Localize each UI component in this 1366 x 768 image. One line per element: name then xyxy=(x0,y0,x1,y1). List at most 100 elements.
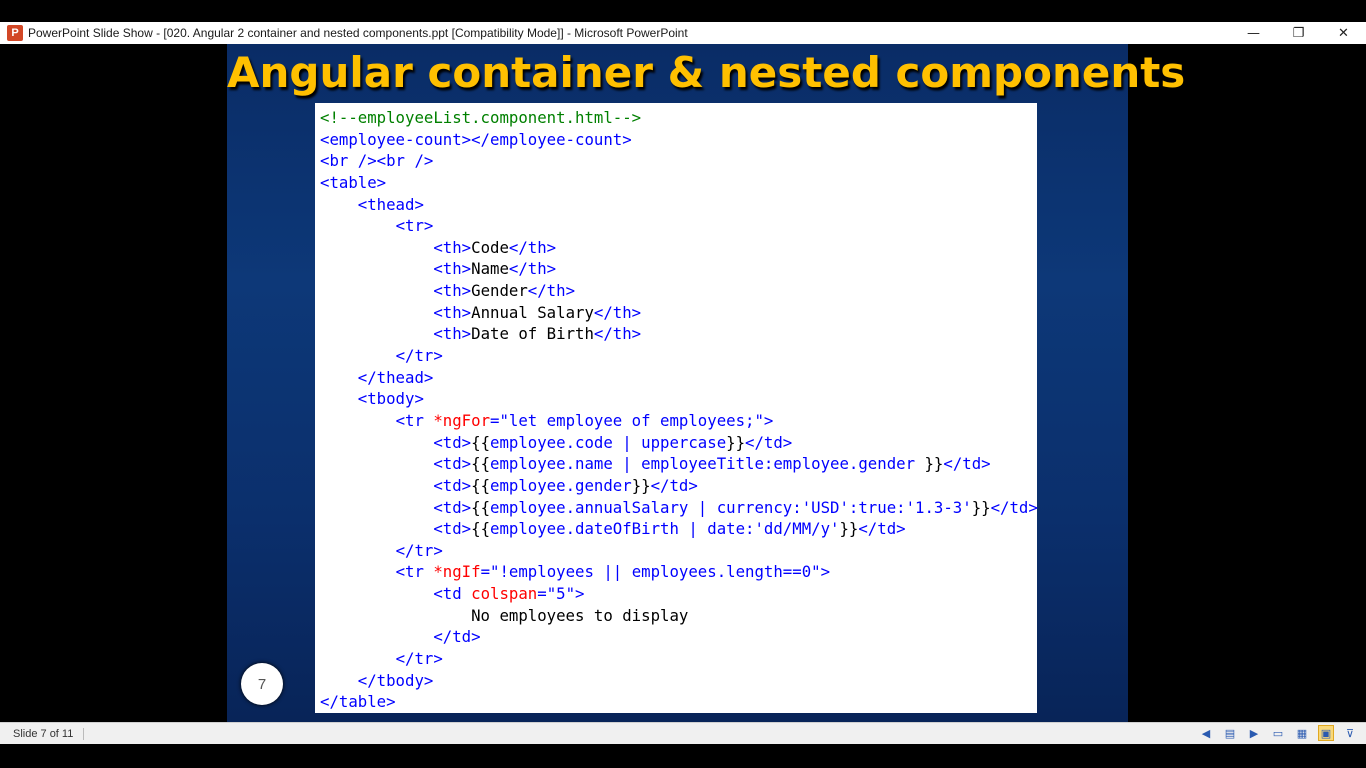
code-box: <!--employeeList.component.html--> <emplo… xyxy=(315,103,1038,713)
normal-view-icon[interactable]: ▭ xyxy=(1270,725,1286,741)
code-line: <employee-count></employee-count> xyxy=(320,129,1038,151)
code-line: <td>{{employee.dateOfBirth | date:'dd/MM… xyxy=(320,518,1038,540)
code-token: </tr> xyxy=(395,346,443,366)
code-token: }} xyxy=(971,497,991,517)
statusbar-icons: ◀ ▤ ▶ ▭ ▦ ▣ ⊽ xyxy=(1198,725,1358,741)
slide[interactable]: Angular container & nested components <!… xyxy=(227,44,1186,722)
code-token: employee.dateOfBirth | date:'dd/MM/y' xyxy=(490,519,840,539)
code-line: No employees to display xyxy=(320,605,1038,627)
code-token: ="let employee of employees;"> xyxy=(490,410,774,430)
code-token: </thead> xyxy=(357,367,434,387)
code-token: </td> xyxy=(943,454,991,474)
code-token: <th> xyxy=(433,281,472,301)
code-token: <th> xyxy=(433,237,472,257)
window-titlebar: P PowerPoint Slide Show - [020. Angular … xyxy=(0,22,1366,44)
code-token: </tbody> xyxy=(357,670,434,690)
code-line: <td>{{employee.annualSalary | currency:'… xyxy=(320,497,1037,519)
code-line: </table> xyxy=(320,691,1038,713)
code-token: ="5"> xyxy=(537,584,585,604)
code-line: <th>Date of Birth</th> xyxy=(320,323,1038,345)
code-line: <table> xyxy=(320,172,1038,194)
code-line: <td colspan="5"> xyxy=(320,583,1038,605)
code-token: </table> xyxy=(320,692,396,712)
code-token: <tr xyxy=(395,410,434,430)
code-token: employee.annualSalary | currency:'USD':t… xyxy=(490,497,972,517)
code-token: <td> xyxy=(433,432,472,452)
code-token: <td xyxy=(433,584,472,604)
slide-sorter-icon[interactable]: ▦ xyxy=(1294,725,1310,741)
slide-number-badge: 7 xyxy=(241,663,283,705)
code-token: <td> xyxy=(433,475,472,495)
code-token: <tbody> xyxy=(357,389,424,409)
code-token: </td> xyxy=(433,627,481,647)
reading-view-icon[interactable]: ▣ xyxy=(1318,725,1334,741)
code-token: Gender xyxy=(471,281,528,301)
code-token: }} xyxy=(726,432,746,452)
code-token: Date of Birth xyxy=(471,324,594,344)
code-token: </th> xyxy=(593,302,642,322)
powerpoint-icon: P xyxy=(7,25,23,41)
minimize-button[interactable]: — xyxy=(1231,22,1276,44)
code-line: <th>Annual Salary</th> xyxy=(320,302,1038,324)
code-line: <thead> xyxy=(320,194,1038,216)
code-token: <tr xyxy=(395,562,434,582)
code-token: ="!employees || employees.length==0"> xyxy=(480,562,831,582)
code-token: </tr> xyxy=(395,540,443,560)
code-line: </td> xyxy=(320,626,1038,648)
previous-icon[interactable]: ◀ xyxy=(1198,725,1214,741)
code-token: <th> xyxy=(433,259,472,279)
code-token: employee.name | employeeTitle:employee.g… xyxy=(490,454,925,474)
code-token: <th> xyxy=(433,324,472,344)
code-line: </tr> xyxy=(320,540,1038,562)
code-token: {{ xyxy=(471,497,491,517)
code-line: <th>Gender</th> xyxy=(320,280,1038,302)
code-token: <employee-count></employee-count> xyxy=(320,129,632,149)
code-line: </tr> xyxy=(320,648,1038,670)
notes-icon[interactable]: ▤ xyxy=(1222,725,1238,741)
code-token: <th> xyxy=(433,302,472,322)
code-token: </th> xyxy=(508,259,557,279)
code-token: employee.code | uppercase xyxy=(490,432,727,452)
code-token: <thead> xyxy=(357,194,424,214)
close-button[interactable]: ✕ xyxy=(1321,22,1366,44)
restore-button[interactable]: ❐ xyxy=(1276,22,1321,44)
slideshow-stage[interactable]: Angular container & nested components <!… xyxy=(0,44,1366,722)
code-token: </td> xyxy=(650,475,698,495)
code-line: <tbody> xyxy=(320,388,1038,410)
code-token: *ngFor xyxy=(433,410,491,430)
code-token: </td> xyxy=(858,519,906,539)
slide-title: Angular container & nested components xyxy=(227,48,1186,97)
code-token: <tr> xyxy=(395,216,434,236)
code-token: </th> xyxy=(527,281,576,301)
code-line: </thead> xyxy=(320,367,1038,389)
code-token: }} xyxy=(631,475,651,495)
slide-indicator: Slide 7 of 11 xyxy=(13,728,85,740)
code-token: }} xyxy=(839,519,859,539)
code-line: <tr> xyxy=(320,215,1038,237)
code-line: <br /><br /> xyxy=(320,150,1038,172)
code-line: <td>{{employee.gender}}</td> xyxy=(320,475,1038,497)
code-listing: <!--employeeList.component.html--> <emplo… xyxy=(320,107,1038,713)
code-token: <td> xyxy=(433,497,472,517)
statusbar: Slide 7 of 11 ◀ ▤ ▶ ▭ ▦ ▣ ⊽ xyxy=(0,722,1366,745)
code-line: <tr *ngFor="let employee of employees;"> xyxy=(320,410,1038,432)
slideshow-icon[interactable]: ⊽ xyxy=(1342,725,1358,741)
code-token: {{ xyxy=(471,454,491,474)
code-line: <td>{{employee.code | uppercase}}</td> xyxy=(320,432,1038,454)
window-title: PowerPoint Slide Show - [020. Angular 2 … xyxy=(28,26,688,40)
next-icon[interactable]: ▶ xyxy=(1246,725,1262,741)
code-token: <td> xyxy=(433,519,472,539)
code-token: <td> xyxy=(433,454,472,474)
